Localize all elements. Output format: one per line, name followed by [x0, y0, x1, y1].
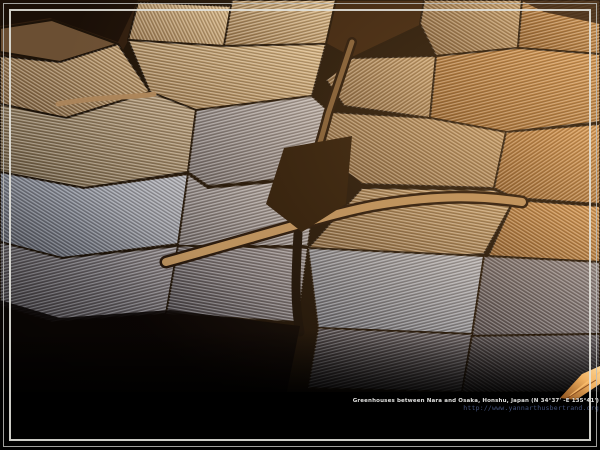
caption-url: http://www.yannarthusbertrand.org [353, 405, 599, 411]
aerial-photo-greenhouses [0, 0, 600, 450]
wallpaper: Greenhouses between Nara and Osaka, Hons… [0, 0, 600, 450]
bottom-fade [0, 330, 600, 400]
photo-caption: Greenhouses between Nara and Osaka, Hons… [353, 398, 599, 411]
